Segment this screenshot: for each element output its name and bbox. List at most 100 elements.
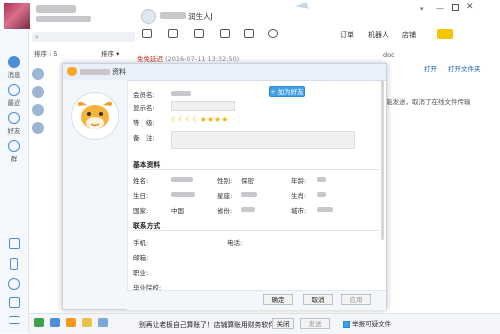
contact-divider: [133, 230, 379, 231]
sort-row[interactable]: 排序 : 5: [34, 48, 138, 59]
friend-icon: [8, 112, 20, 124]
contact-avatar[interactable]: [32, 86, 44, 98]
folder-icon[interactable]: [82, 318, 92, 327]
tab-shop[interactable]: 店铺: [402, 30, 416, 40]
menu-button[interactable]: [0, 316, 28, 324]
app-icon[interactable]: [98, 318, 108, 327]
moon-icon: ☾: [185, 115, 193, 124]
name-value: [171, 177, 193, 182]
member-name-value: [171, 91, 191, 96]
open-file-link[interactable]: 打开: [424, 63, 437, 73]
report-checkbox[interactable]: [343, 320, 350, 328]
minimize-icon[interactable]: —: [436, 4, 444, 13]
name-label: 姓名:: [133, 177, 149, 185]
chat-toolbar: [138, 26, 368, 40]
message-time: (2016-07-11 13:32:50): [165, 55, 240, 63]
province-label: 省份:: [217, 207, 233, 215]
close-icon[interactable]: ✕: [466, 2, 474, 12]
country-label: 国家:: [133, 207, 149, 215]
tray-button[interactable]: [0, 297, 28, 308]
gender-value: 保密: [241, 177, 254, 185]
dialog-title-blurred: [80, 69, 110, 75]
sender-tag: 免免延迟: [137, 55, 163, 63]
star-icon: ★: [221, 115, 229, 124]
country-value: 中国: [171, 207, 184, 215]
dialog-scrollbar[interactable]: [381, 80, 384, 240]
chinese-zodiac-value: [317, 192, 326, 197]
report-checkbox-label: 举报可疑文件: [352, 320, 392, 328]
chat-icon: [8, 56, 20, 68]
chevron-down-icon: ▾: [116, 50, 120, 58]
basic-section-title: 基本资料: [133, 161, 161, 169]
file-icon[interactable]: [142, 29, 152, 38]
sort-label: 排序 : 5: [34, 50, 58, 58]
folder-icon[interactable]: [194, 29, 204, 38]
job-label: 职业:: [133, 269, 149, 277]
report-checkbox-group[interactable]: 举报可疑文件: [343, 318, 391, 328]
phone-icon: [10, 258, 18, 270]
contact-avatar[interactable]: [32, 68, 44, 80]
chat-timestamp: 免免延迟 (2016-07-11 13:32:50): [137, 53, 239, 63]
sort-dropdown[interactable]: 排序 ▾: [101, 48, 119, 58]
star-icon: ★: [206, 115, 215, 124]
nav-item-recent[interactable]: 最近: [0, 84, 28, 107]
contact-avatar[interactable]: [32, 104, 44, 116]
sort-option: 排序: [101, 50, 114, 58]
more-icon[interactable]: [268, 29, 278, 38]
username-blurred: [36, 5, 76, 13]
nav-item-friends[interactable]: 好友: [0, 112, 28, 135]
profile-avatar: [71, 92, 119, 140]
nav-item-messages[interactable]: 消息: [0, 56, 28, 79]
profile-dialog: 资料 会员名: 显示名: 等 级: ☾☾☾☾★★★★ 备 注: + 加为好友 基…: [62, 63, 387, 310]
apps-grid-button[interactable]: [0, 238, 28, 249]
signature-blurred: [36, 16, 91, 22]
shop-icon[interactable]: [66, 318, 76, 327]
birthday-label: 生日:: [133, 192, 149, 200]
display-name-input[interactable]: [171, 101, 235, 111]
nav-item-groups[interactable]: 群: [0, 140, 28, 163]
zodiac-label: 星座:: [217, 192, 233, 200]
open-folder-link[interactable]: 打开文件夹: [448, 63, 481, 73]
city-value: [317, 207, 333, 212]
screen-icon[interactable]: [244, 29, 254, 38]
right-tabs: 订单 机器人 店铺: [340, 29, 500, 40]
contact-avatar[interactable]: [32, 122, 44, 134]
email-label: 邮箱:: [133, 254, 149, 262]
nav-label: 群: [10, 155, 18, 163]
video-icon[interactable]: [168, 29, 178, 38]
ok-button[interactable]: 确定: [263, 294, 293, 305]
nav-label: 好友: [7, 127, 21, 135]
maximize-icon[interactable]: [452, 4, 459, 11]
member-name-label: 会员名:: [133, 91, 155, 99]
contact-section-title: 联系方式: [133, 222, 161, 230]
close-chat-button[interactable]: 关闭: [272, 318, 294, 329]
remark-input[interactable]: [171, 131, 355, 149]
settings-button[interactable]: [0, 278, 28, 290]
nav-label: 最近: [7, 99, 21, 107]
wallet-icon[interactable]: [50, 318, 60, 327]
age-label: 年龄:: [291, 177, 307, 185]
remark-label: 备 注:: [133, 134, 155, 142]
search-box[interactable]: ⌕: [32, 32, 135, 42]
dialog-titlebar[interactable]: 资料: [63, 64, 386, 81]
partner-name-suffix: 润生人J: [188, 12, 213, 21]
cancel-button[interactable]: 取消: [303, 294, 333, 305]
tab-orders[interactable]: 订单: [340, 30, 354, 40]
ad-marquee[interactable]: 别再让老板自己算账了！店铺算账用财务软件: [139, 319, 275, 329]
add-friend-button[interactable]: + 加为好友: [269, 86, 305, 97]
apply-button[interactable]: 应用: [341, 294, 371, 305]
music-icon[interactable]: [34, 318, 44, 327]
send-button[interactable]: 发送: [300, 318, 330, 329]
group-icon: [8, 140, 20, 152]
birthday-value: [171, 192, 195, 197]
tray-icon: [8, 297, 20, 308]
tab-robot[interactable]: 机器人: [368, 30, 389, 40]
edit-icon[interactable]: [220, 29, 230, 38]
pin-icon[interactable]: ▾: [420, 5, 424, 13]
chat-partner-avatar[interactable]: [141, 9, 156, 24]
tab-active-indicator[interactable]: [437, 29, 453, 39]
user-avatar[interactable]: [4, 3, 30, 29]
zodiac-value: [241, 192, 257, 197]
mobile-button[interactable]: [0, 258, 28, 270]
age-value: [317, 177, 326, 182]
